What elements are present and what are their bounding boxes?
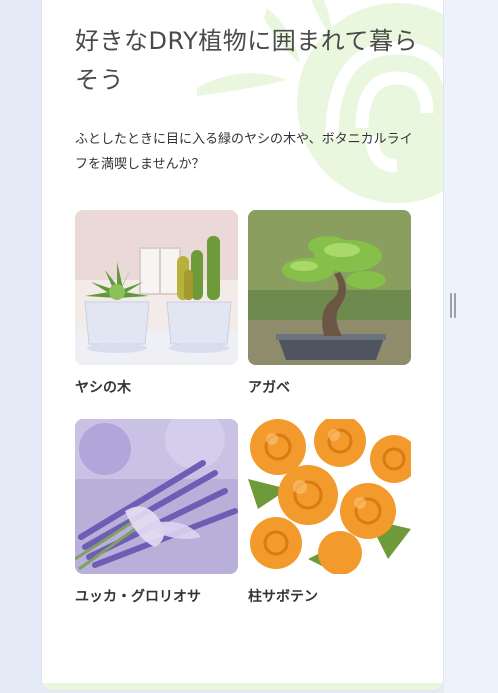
plant-label: 柱サボテン xyxy=(248,589,318,605)
resize-handle[interactable] xyxy=(450,293,456,318)
plant-card[interactable]: ユッカ・グロリオサ xyxy=(75,419,238,606)
plant-card[interactable]: 柱サボテン xyxy=(248,419,411,606)
right-gutter xyxy=(444,0,498,693)
page-description: ふとしたときに目に入る緑のヤシの木や、ボタニカルライフを満喫しませんか？ xyxy=(75,132,413,172)
plant-label: アガベ xyxy=(248,380,290,396)
plant-label: ユッカ・グロリオサ xyxy=(75,589,201,605)
bonsai-photo xyxy=(248,210,411,365)
card-bottom-strip xyxy=(42,683,443,690)
roses-photo xyxy=(248,419,411,574)
content-card: 好きなDRY植物に囲まれて暮らそう ふとしたときに目に入る緑のヤシの木や、ボタニ… xyxy=(42,0,443,690)
succulents-photo xyxy=(75,210,238,365)
lavender-photo xyxy=(75,419,238,574)
plant-label: ヤシの木 xyxy=(75,380,131,396)
plant-card[interactable]: ヤシの木 xyxy=(75,210,238,397)
page-title: 好きなDRY植物に囲まれて暮らそう xyxy=(75,27,419,94)
plant-card[interactable]: アガベ xyxy=(248,210,411,397)
